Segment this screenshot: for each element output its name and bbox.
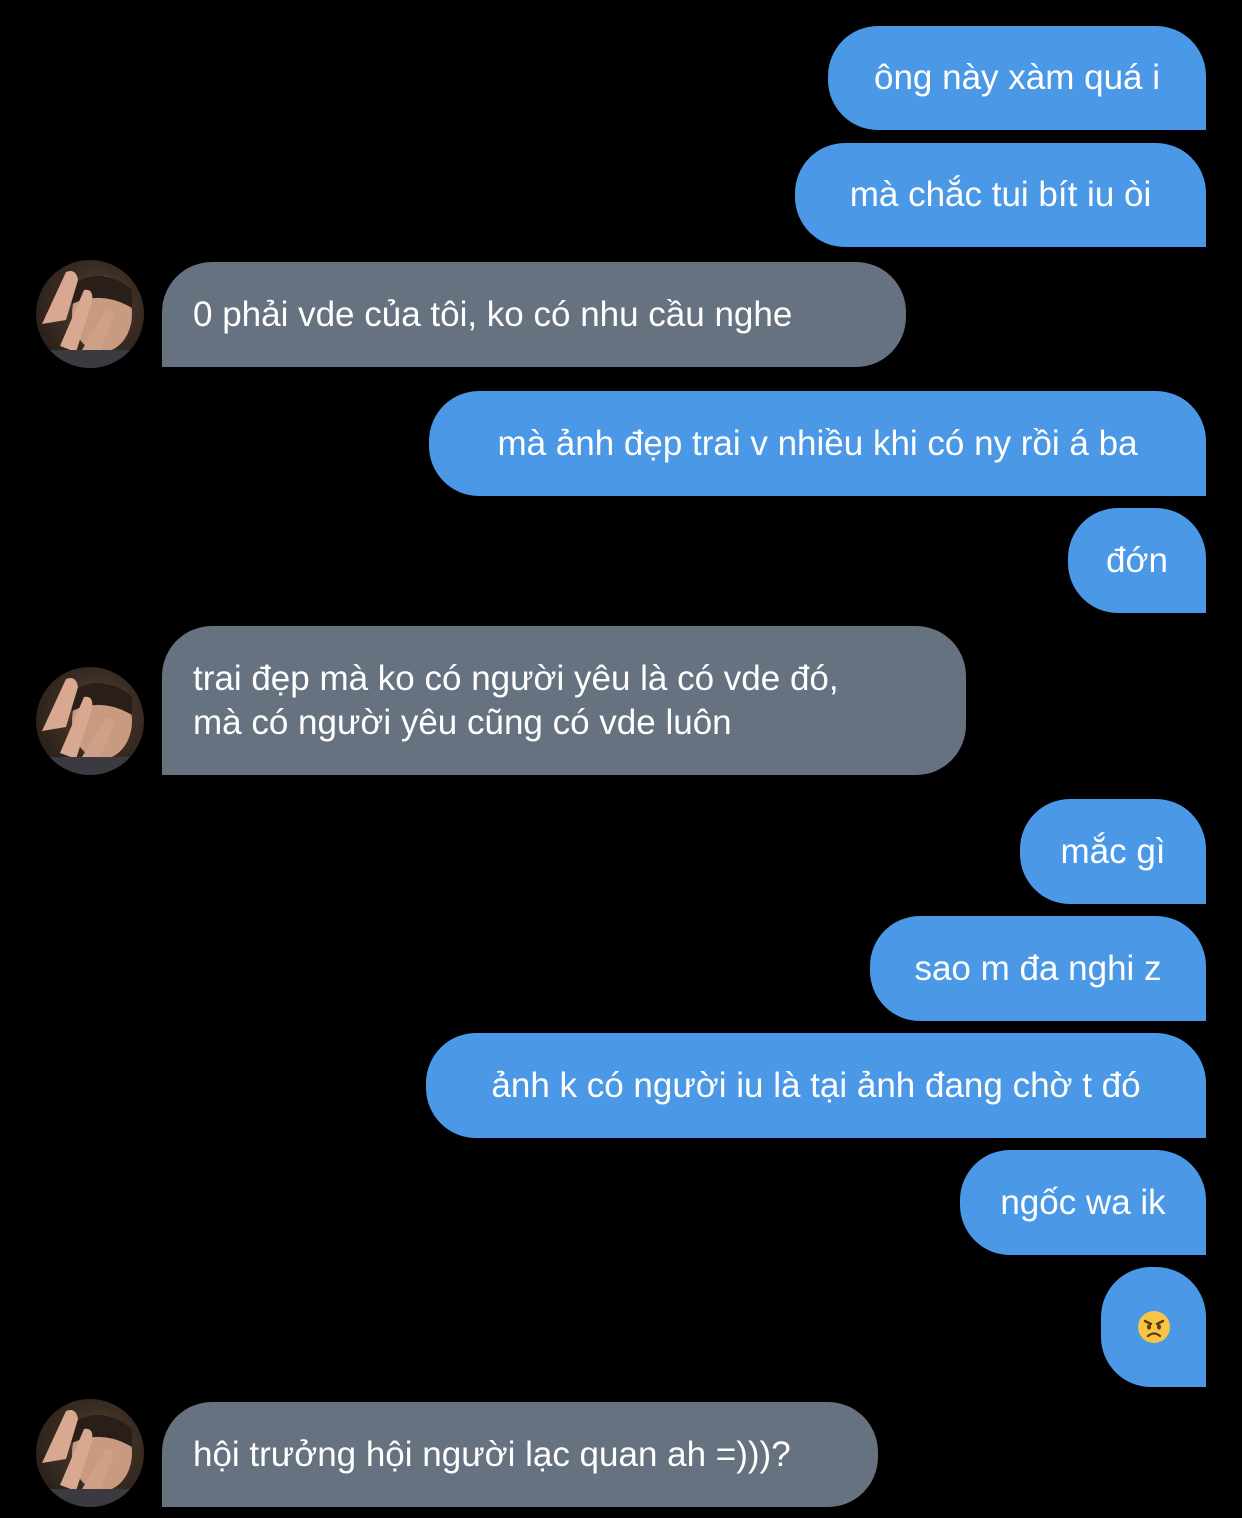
outgoing-message[interactable]: mắc gì bbox=[1020, 799, 1206, 904]
contact-avatar-icon[interactable] bbox=[36, 667, 144, 775]
message-line: trai đẹp mà ko có người yêu là có vde đó… bbox=[193, 658, 839, 698]
message-text: trai đẹp mà ko có người yêu là có vde đó… bbox=[193, 657, 839, 745]
outgoing-message[interactable] bbox=[1101, 1267, 1206, 1387]
message-text: hội trưởng hội người lạc quan ah =)))? bbox=[193, 1434, 791, 1474]
contact-avatar-icon[interactable] bbox=[36, 260, 144, 368]
outgoing-message[interactable]: mà chắc tui bít iu òi bbox=[795, 143, 1206, 247]
message-text: ông này xàm quá i bbox=[873, 58, 1160, 97]
outgoing-message[interactable]: ảnh k có người iu là tại ảnh đang chờ t … bbox=[426, 1033, 1206, 1138]
message-text: sao m đa nghi z bbox=[914, 948, 1162, 988]
message-text: mà ảnh đẹp trai v nhiều khi có ny rồi á … bbox=[497, 423, 1138, 463]
incoming-message[interactable]: hội trưởng hội người lạc quan ah =)))? bbox=[162, 1402, 878, 1507]
message-text: ảnh k có người iu là tại ảnh đang chờ t … bbox=[491, 1065, 1141, 1105]
incoming-message[interactable]: 0 phải vde của tôi, ko có nhu cầu nghe bbox=[162, 262, 906, 367]
angry-face-emoji-icon bbox=[1137, 1311, 1170, 1343]
outgoing-message[interactable]: ông này xàm quá i bbox=[828, 26, 1206, 130]
message-line: mà có người yêu cũng có vde luôn bbox=[193, 702, 732, 742]
message-text: đớn bbox=[1106, 540, 1168, 580]
outgoing-message[interactable]: đớn bbox=[1068, 508, 1206, 613]
message-text: 0 phải vde của tôi, ko có nhu cầu nghe bbox=[193, 294, 793, 334]
message-text: mà chắc tui bít iu òi bbox=[849, 175, 1152, 214]
message-text: mắc gì bbox=[1060, 831, 1166, 871]
message-text: ngốc wa ik bbox=[1000, 1182, 1166, 1222]
chat-thread[interactable]: ông này xàm quá i mà chắc tui bít iu òi … bbox=[0, 0, 1242, 1518]
outgoing-message[interactable]: ngốc wa ik bbox=[960, 1150, 1206, 1255]
outgoing-message[interactable]: sao m đa nghi z bbox=[870, 916, 1206, 1021]
outgoing-message[interactable]: mà ảnh đẹp trai v nhiều khi có ny rồi á … bbox=[429, 391, 1206, 496]
contact-avatar-icon[interactable] bbox=[36, 1399, 144, 1507]
incoming-message[interactable]: trai đẹp mà ko có người yêu là có vde đó… bbox=[162, 626, 966, 775]
